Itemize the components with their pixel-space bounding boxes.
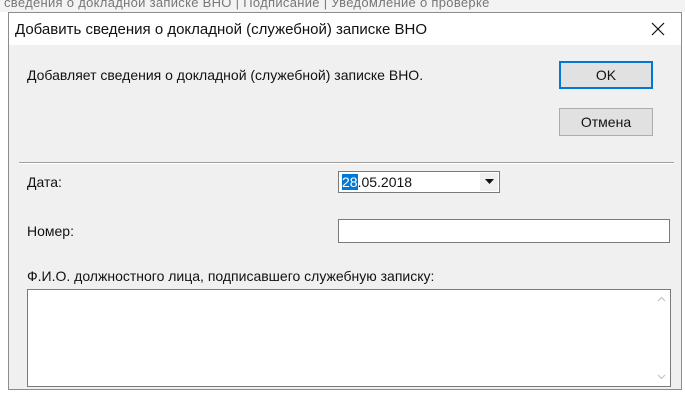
- dialog-title: Добавить сведения о докладной (служебной…: [15, 21, 428, 38]
- number-label: Номер:: [27, 223, 74, 239]
- background-window-text: сведения о докладной записке ВНО | Подпи…: [4, 0, 490, 10]
- close-icon: [651, 22, 665, 36]
- date-value[interactable]: 28.05.2018: [342, 174, 412, 190]
- scroll-down-button[interactable]: [652, 368, 670, 386]
- dialog-titlebar[interactable]: Добавить сведения о докладной (служебной…: [9, 13, 681, 45]
- date-dropdown-button[interactable]: [480, 173, 498, 191]
- official-name-textarea[interactable]: [27, 289, 671, 387]
- background-window-strip: сведения о докладной записке ВНО | Подпи…: [0, 0, 685, 12]
- dialog-description: Добавляет сведения о докладной (служебно…: [27, 67, 424, 83]
- cancel-button[interactable]: Отмена: [559, 108, 653, 136]
- date-label: Дата:: [27, 174, 62, 190]
- official-name-label: Ф.И.О. должностного лица, подписавшего с…: [27, 268, 435, 284]
- scroll-up-button[interactable]: [652, 290, 670, 308]
- separator-line: [19, 162, 674, 164]
- ok-button[interactable]: OK: [559, 61, 653, 89]
- textarea-scrollbar[interactable]: [652, 290, 670, 386]
- date-month-year[interactable]: .05.2018: [358, 174, 413, 190]
- close-button[interactable]: [635, 13, 681, 45]
- date-picker[interactable]: 28.05.2018: [338, 171, 500, 193]
- scroll-up-arrow-icon: [657, 296, 665, 302]
- add-memo-dialog: Добавить сведения о докладной (служебной…: [8, 12, 682, 390]
- chevron-down-icon: [484, 179, 494, 184]
- date-day-selected[interactable]: 28: [342, 174, 358, 190]
- scroll-down-arrow-icon: [657, 374, 665, 380]
- number-input[interactable]: [338, 219, 670, 243]
